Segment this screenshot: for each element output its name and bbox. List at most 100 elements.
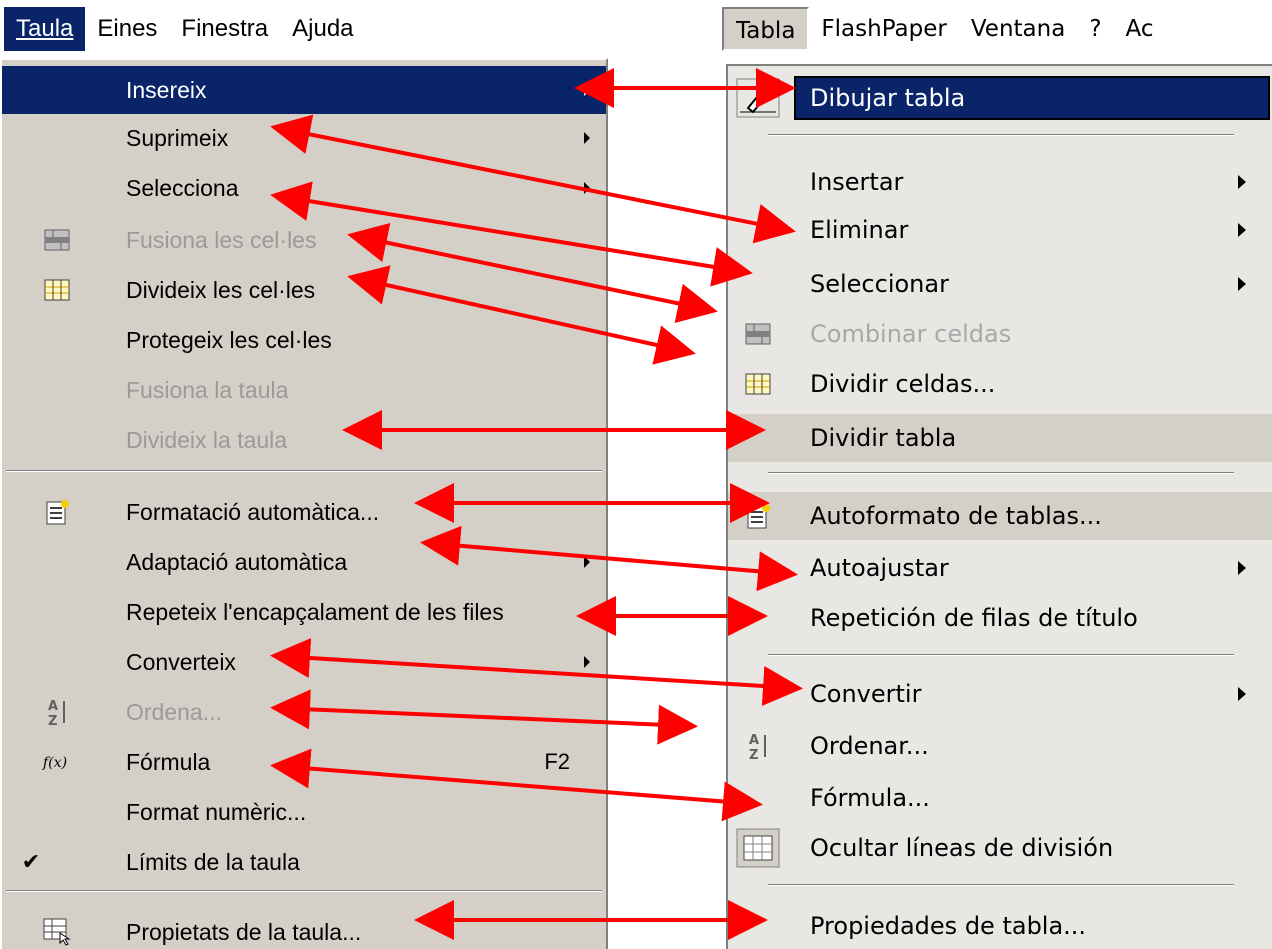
tabla-item-formula[interactable]: Fórmula... — [728, 774, 1272, 822]
submenu-arrow-icon — [1238, 175, 1246, 189]
taula-item-selecciona[interactable]: Selecciona — [2, 164, 606, 212]
sort-icon: AZ — [736, 726, 780, 766]
menu-item-label: Adaptació automàtica — [126, 548, 348, 575]
menubar-eines[interactable]: Eines — [85, 7, 169, 51]
tabla-item-seleccionar[interactable]: Seleccionar — [728, 260, 1272, 308]
menubar-tabla[interactable]: Tabla — [722, 7, 810, 51]
menu-item-label: Seleccionar — [810, 270, 949, 298]
taula-item-limits-de-la-taula[interactable]: ✔ Límits de la taula — [2, 838, 606, 886]
menu-item-label: Insereix — [126, 76, 207, 103]
menu-separator — [768, 884, 1234, 886]
menubar-ventana[interactable]: Ventana — [959, 7, 1077, 51]
menu-separator — [768, 134, 1234, 136]
menubar-ac[interactable]: Ac — [1114, 7, 1166, 51]
menu-item-label: Fusiona les cel·les — [126, 226, 317, 253]
menu-item-label: Ocultar líneas de división — [810, 834, 1114, 862]
taula-item-repeteix-l-encapcalament-de-les-files[interactable]: Repeteix l'encapçalament de les files — [2, 588, 606, 636]
menu-item-label: Suprimeix — [126, 124, 229, 151]
submenu-arrow-icon — [584, 556, 590, 568]
submenu-arrow-icon — [584, 84, 590, 96]
tabla-item-convertir[interactable]: Convertir — [728, 670, 1272, 718]
taula-item-divideix-la-taula[interactable]: Divideix la taula — [2, 416, 606, 464]
svg-text:Z: Z — [749, 748, 758, 761]
taula-item-propietats-de-la-taula[interactable]: Propietats de la taula... — [2, 908, 606, 949]
taula-item-fusiona-la-taula[interactable]: Fusiona la taula — [2, 366, 606, 414]
left-window: Taula Eines Finestra Ajuda Insereix Supri… — [0, 0, 612, 949]
sort-icon: AZ — [42, 697, 72, 727]
table-properties-icon — [42, 917, 72, 947]
taula-item-insereix[interactable]: Insereix — [2, 66, 606, 114]
menubar-help[interactable]: ? — [1077, 7, 1113, 51]
menu-item-label: Formatació automàtica... — [126, 498, 380, 525]
right-window: Tabla FlashPaper Ventana ? Ac Dibujar ta… — [716, 0, 1272, 949]
shortcut-label: F2 — [544, 749, 570, 774]
menubar-finestra[interactable]: Finestra — [169, 7, 280, 51]
menu-item-label: Ordena... — [126, 698, 222, 725]
menu-separator — [6, 470, 602, 472]
menubar-taula[interactable]: Taula — [4, 7, 86, 51]
taula-item-ordena[interactable]: A Z Ordena... — [2, 688, 606, 736]
split-cells-icon — [736, 364, 780, 404]
menu-item-label: Repeteix l'encapçalament de les files — [126, 598, 504, 625]
menubar-flashpaper[interactable]: FlashPaper — [809, 7, 958, 51]
pencil-icon — [736, 78, 780, 118]
menu-item-label: Autoajustar — [810, 554, 949, 582]
menu-item-label: Propiedades de tabla... — [810, 912, 1087, 940]
taula-item-protegeix-les-cel-les[interactable]: Protegeix les cel·les — [2, 316, 606, 364]
taula-item-converteix[interactable]: Converteix — [2, 638, 606, 686]
svg-text:A: A — [749, 733, 759, 748]
tabla-item-repeticion-de-filas-de-titulo[interactable]: Repetición de filas de título — [728, 594, 1272, 642]
checkmark-icon: ✔ — [21, 849, 41, 875]
submenu-arrow-icon — [1238, 561, 1246, 575]
menu-item-label: Selecciona — [126, 174, 239, 201]
taula-item-adaptacio-automatica[interactable]: Adaptació automàtica — [2, 538, 606, 586]
menu-item-label: Propietats de la taula... — [126, 918, 362, 945]
menu-item-label: Fórmula — [126, 748, 211, 775]
menubar-ajuda[interactable]: Ajuda — [280, 7, 365, 51]
tabla-item-dividir-celdas[interactable]: Dividir celdas... — [728, 360, 1272, 408]
taula-item-divideix-les-cel-les[interactable]: Divideix les cel·les — [2, 266, 606, 314]
merge-cells-icon — [736, 314, 780, 354]
taula-item-fusiona-les-cel-les[interactable]: Fusiona les cel·les — [2, 216, 606, 264]
menu-item-label: Divideix la taula — [126, 426, 288, 453]
taula-item-format-numeric[interactable]: Format numèric... — [2, 788, 606, 836]
menu-item-label: Insertar — [810, 168, 904, 196]
menu-item-label: Convertir — [810, 680, 922, 708]
tabla-item-insertar[interactable]: Insertar — [728, 158, 1272, 206]
svg-text:A: A — [48, 699, 58, 714]
tabla-item-propiedades-de-tabla[interactable]: Propiedades de tabla... — [728, 902, 1272, 949]
menu-separator — [768, 472, 1234, 474]
tabla-item-dividir-tabla[interactable]: Dividir tabla — [728, 414, 1272, 462]
right-menubar: Tabla FlashPaper Ventana ? Ac — [716, 0, 1272, 58]
tabla-item-autoajustar[interactable]: Autoajustar — [728, 544, 1272, 592]
left-menubar: Taula Eines Finestra Ajuda — [0, 0, 612, 58]
autoformat-icon — [736, 496, 780, 536]
menu-item-label: Divideix les cel·les — [126, 276, 316, 303]
menu-item-label: Dibujar tabla — [810, 84, 966, 112]
split-cells-icon — [42, 275, 72, 305]
tabla-item-combinar-celdas[interactable]: Combinar celdas — [728, 310, 1272, 358]
menu-item-label: Dividir tabla — [810, 424, 957, 452]
submenu-arrow-icon — [584, 182, 590, 194]
tabla-item-autoformato-de-tablas[interactable]: Autoformato de tablas... — [728, 492, 1272, 540]
tabla-item-ordenar[interactable]: A Z Ordenar... — [728, 722, 1272, 770]
taula-item-suprimeix[interactable]: Suprimeix — [2, 114, 606, 162]
autoformat-icon — [42, 497, 72, 527]
tabla-item-dibujar-tabla[interactable]: Dibujar tabla — [728, 74, 1272, 122]
submenu-arrow-icon — [1238, 687, 1246, 701]
taula-menu: Insereix Suprimeix Selecciona Fusiona les c… — [0, 58, 608, 949]
menu-separator — [768, 654, 1234, 656]
menu-item-label: Fusiona la taula — [126, 376, 289, 403]
taula-item-formula[interactable]: f(x) Fórmula F2 — [2, 738, 606, 786]
menu-item-label: Repetición de filas de título — [810, 604, 1138, 632]
menu-item-label: Límits de la taula — [126, 848, 300, 875]
formula-icon: f(x) — [42, 747, 72, 777]
gridlines-icon — [736, 828, 780, 868]
tabla-item-ocultar-lineas-de-division[interactable]: Ocultar líneas de división — [728, 824, 1272, 872]
taula-item-formatacio-automatica[interactable]: Formatació automàtica... — [2, 488, 606, 536]
tabla-item-eliminar[interactable]: Eliminar — [728, 206, 1272, 254]
menu-item-label: Fórmula... — [810, 784, 930, 812]
menu-item-label: Eliminar — [810, 216, 909, 244]
menu-item-label: Autoformato de tablas... — [810, 502, 1102, 530]
svg-text:Z: Z — [48, 714, 57, 727]
